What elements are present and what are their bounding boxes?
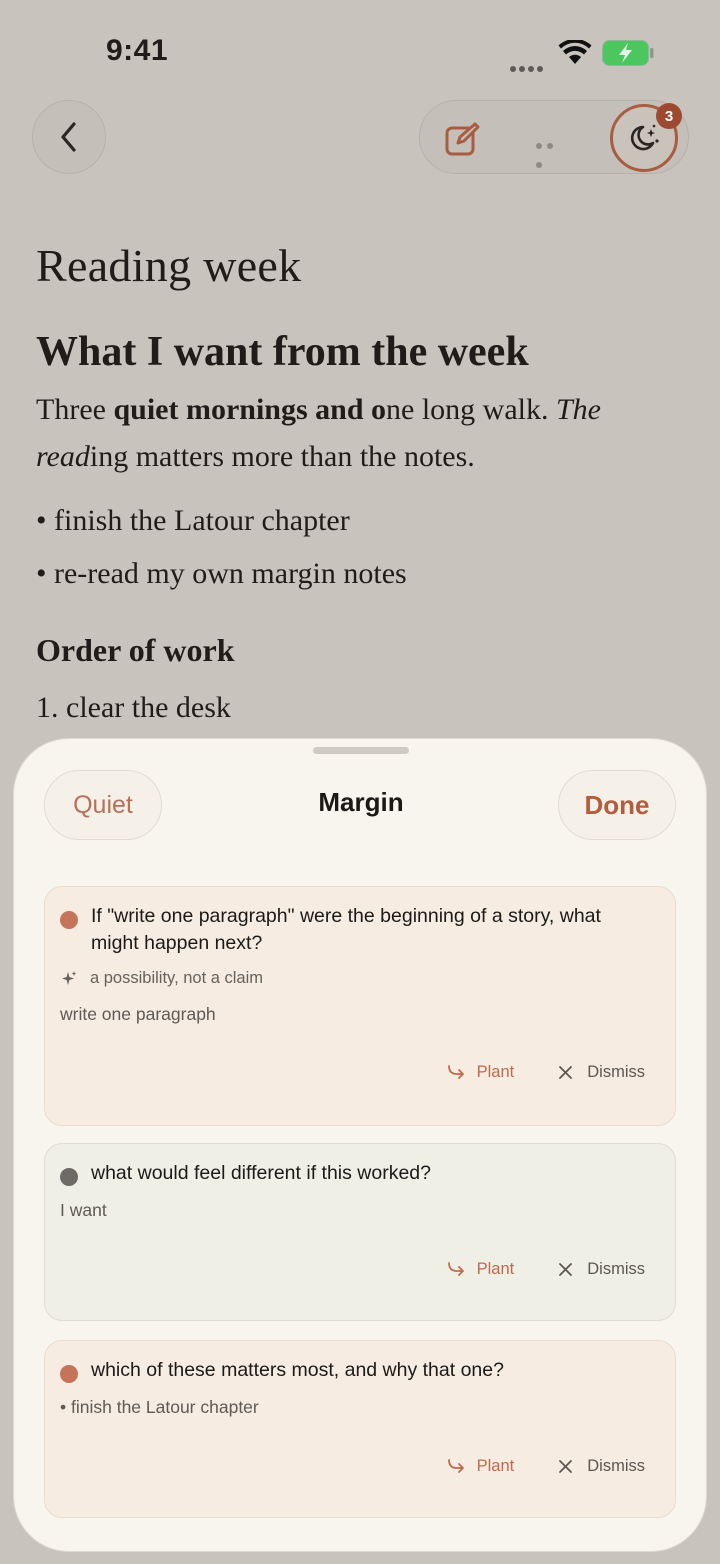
margin-sheet: Quiet Margin Done If "write one paragrap… bbox=[13, 738, 707, 1552]
edit-icon[interactable] bbox=[444, 121, 480, 157]
prompt-card: If "write one paragraph" were the beginn… bbox=[44, 886, 676, 1126]
dismiss-button[interactable]: Dismiss bbox=[558, 1260, 645, 1279]
plant-button[interactable]: Plant bbox=[447, 1457, 515, 1476]
card-anchor-text: write one paragraph bbox=[60, 1004, 216, 1024]
card-hint: a possibility, not a claim bbox=[60, 969, 263, 988]
card-status-dot bbox=[60, 911, 78, 929]
dismiss-label: Dismiss bbox=[587, 1260, 645, 1278]
dismiss-button[interactable]: Dismiss bbox=[558, 1063, 645, 1082]
prompt-card: what would feel different if this worked… bbox=[44, 1143, 676, 1321]
status-time: 9:41 bbox=[106, 34, 169, 67]
plant-arrow-icon bbox=[447, 1064, 464, 1079]
done-button[interactable]: Done bbox=[558, 770, 676, 840]
heading-1[interactable]: What I want from the week bbox=[36, 324, 686, 380]
plant-label: Plant bbox=[476, 1063, 515, 1081]
quiet-button[interactable]: Quiet bbox=[44, 770, 162, 840]
plant-label: Plant bbox=[476, 1457, 515, 1475]
more-icon[interactable] bbox=[536, 134, 568, 168]
document-body[interactable]: Reading week What I want from the week T… bbox=[36, 236, 686, 730]
sparkle-icon bbox=[62, 970, 77, 985]
card-status-dot bbox=[60, 1365, 78, 1383]
sheet-title: Margin bbox=[318, 787, 404, 817]
toolbar-pill: 3 bbox=[419, 100, 689, 174]
card-question: what would feel different if this worked… bbox=[91, 1162, 431, 1184]
notification-badge: 3 bbox=[656, 103, 682, 129]
card-anchor-text: I want bbox=[60, 1200, 107, 1220]
battery-charging-icon bbox=[602, 40, 654, 66]
paragraph-text: Three bbox=[36, 393, 114, 426]
back-button[interactable] bbox=[32, 100, 106, 174]
moon-sparkle-icon bbox=[630, 124, 659, 151]
close-icon bbox=[559, 1263, 573, 1276]
plant-arrow-icon bbox=[447, 1261, 464, 1276]
cellular-signal-icon bbox=[510, 57, 548, 72]
heading-2[interactable]: Order of work bbox=[36, 628, 686, 672]
bullet-item[interactable]: • finish the Latour chapter bbox=[36, 494, 686, 547]
card-anchor-text: • finish the Latour chapter bbox=[60, 1397, 259, 1417]
wifi-icon bbox=[558, 40, 592, 64]
document-title[interactable]: Reading week bbox=[36, 236, 686, 296]
paragraph[interactable]: Three quiet mornings and one long walk. … bbox=[36, 386, 686, 480]
back-chevron-icon bbox=[61, 122, 76, 152]
card-question: If "write one paragraph" were the beginn… bbox=[91, 905, 601, 954]
paragraph-bold-text: quiet mornings and o bbox=[113, 393, 387, 426]
card-status-dot bbox=[60, 1168, 78, 1186]
plant-label: Plant bbox=[476, 1260, 515, 1278]
close-icon bbox=[559, 1066, 573, 1079]
card-actions: Plant Dismiss bbox=[447, 1457, 645, 1476]
plant-button[interactable]: Plant bbox=[447, 1063, 515, 1082]
dismiss-label: Dismiss bbox=[587, 1063, 645, 1081]
close-icon bbox=[559, 1460, 573, 1473]
plant-button[interactable]: Plant bbox=[447, 1260, 515, 1279]
dismiss-label: Dismiss bbox=[587, 1457, 645, 1475]
card-question: which of these matters most, and why tha… bbox=[91, 1359, 504, 1381]
sheet-grabber[interactable] bbox=[313, 747, 409, 754]
card-hint-text: a possibility, not a claim bbox=[90, 969, 264, 987]
card-actions: Plant Dismiss bbox=[447, 1260, 645, 1279]
plant-arrow-icon bbox=[447, 1458, 464, 1473]
paragraph-text: ing matters more than the notes. bbox=[89, 440, 475, 473]
prompt-card: which of these matters most, and why tha… bbox=[44, 1340, 676, 1518]
dismiss-button[interactable]: Dismiss bbox=[558, 1457, 645, 1476]
card-actions: Plant Dismiss bbox=[447, 1063, 645, 1082]
bullet-item[interactable]: • re-read my own margin notes bbox=[36, 547, 686, 600]
status-bar: 9:41 bbox=[0, 0, 720, 100]
paragraph-text: ne long walk. bbox=[386, 393, 556, 426]
ordered-item[interactable]: 1. clear the desk bbox=[36, 686, 686, 730]
